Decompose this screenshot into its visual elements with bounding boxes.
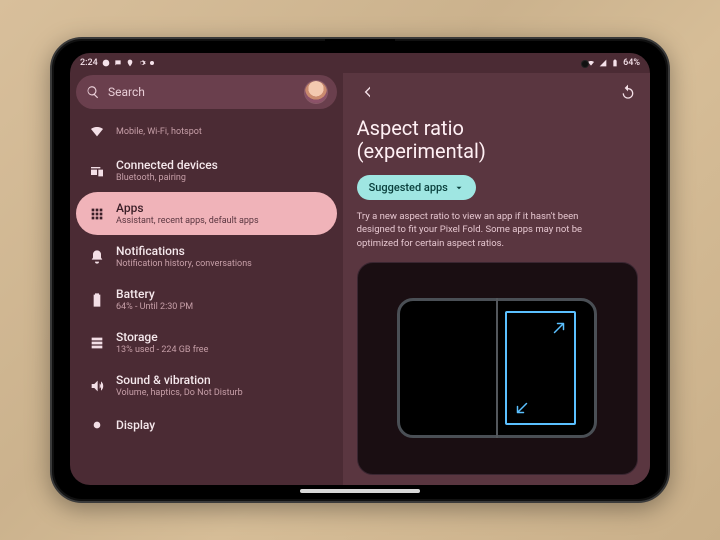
feature-description: Try a new aspect ratio to view an app if…	[357, 210, 617, 250]
reset-button[interactable]	[618, 82, 638, 102]
app-portrait-frame	[505, 311, 576, 425]
do-not-disturb-icon	[102, 59, 110, 67]
camera-dot	[582, 61, 588, 67]
home-indicator[interactable]	[300, 489, 420, 493]
location-icon	[126, 59, 134, 67]
item-title: Notifications	[116, 244, 252, 258]
back-button[interactable]	[357, 81, 379, 103]
volume-icon	[88, 377, 106, 395]
item-subtitle: 13% used ‑ 224 GB free	[116, 345, 208, 355]
sidebar-item-truncated[interactable]: Mobile, Wi‑Fi, hotspot	[76, 113, 337, 149]
status-battery-text: 64%	[623, 58, 640, 68]
aspect-ratio-illustration	[357, 262, 638, 475]
notch	[325, 39, 395, 51]
suggested-apps-chip[interactable]: Suggested apps	[357, 175, 476, 200]
fold-graphic	[397, 298, 597, 438]
device-frame: 2:24 64% Search	[50, 37, 670, 503]
item-subtitle: Assistant, recent apps, default apps	[116, 216, 259, 226]
item-title: Sound & vibration	[116, 373, 243, 387]
bell-icon	[88, 248, 106, 266]
settings-master-pane: Search Mobile, Wi‑Fi, hotspot Connected d…	[70, 73, 343, 485]
search-icon	[86, 85, 100, 99]
item-subtitle: Volume, haptics, Do Not Disturb	[116, 388, 243, 398]
item-subtitle: 64% ‑ Until 2:30 PM	[116, 302, 193, 312]
screen: 2:24 64% Search	[70, 53, 650, 485]
chip-label: Suggested apps	[369, 181, 448, 194]
sidebar-item-notif[interactable]: NotificationsNotification history, conve…	[76, 235, 337, 278]
item-subtitle: Bluetooth, pairing	[116, 173, 218, 183]
gear-icon	[138, 59, 146, 67]
brightness-icon	[88, 416, 106, 434]
battery-icon	[611, 59, 619, 67]
wifi-icon	[88, 122, 106, 140]
settings-detail-pane: Aspect ratio (experimental) Suggested ap…	[343, 73, 650, 485]
sidebar-item-storage[interactable]: Storage13% used ‑ 224 GB free	[76, 321, 337, 364]
message-icon	[114, 59, 122, 67]
sidebar-item-apps[interactable]: AppsAssistant, recent apps, default apps	[76, 192, 337, 235]
status-bar: 2:24 64%	[70, 53, 650, 73]
item-title: Storage	[116, 330, 208, 344]
sidebar-item-sound[interactable]: Sound & vibrationVolume, haptics, Do Not…	[76, 364, 337, 407]
status-time: 2:24	[80, 58, 98, 68]
settings-list[interactable]: Mobile, Wi‑Fi, hotspotConnected devicesB…	[76, 113, 337, 479]
avatar[interactable]	[305, 81, 327, 103]
item-title: Battery	[116, 287, 193, 301]
item-subtitle: Notification history, conversations	[116, 259, 252, 269]
storage-icon	[88, 334, 106, 352]
sidebar-item-battery[interactable]: Battery64% ‑ Until 2:30 PM	[76, 278, 337, 321]
expand-arrow-icon	[550, 319, 568, 337]
settings-two-pane: Search Mobile, Wi‑Fi, hotspot Connected d…	[70, 73, 650, 485]
item-subtitle: Mobile, Wi‑Fi, hotspot	[116, 127, 202, 137]
chevron-down-icon	[454, 183, 464, 193]
signal-icon	[599, 59, 607, 67]
settings-search[interactable]: Search	[76, 75, 337, 109]
wifi-icon	[587, 59, 595, 67]
item-title: Apps	[116, 201, 259, 215]
sidebar-item-display[interactable]: Display	[76, 407, 337, 443]
item-title: Display	[116, 418, 155, 432]
expand-arrow-icon	[513, 399, 531, 417]
page-title: Aspect ratio (experimental)	[357, 117, 638, 163]
sidebar-item-connected[interactable]: Connected devicesBluetooth, pairing	[76, 149, 337, 192]
status-dot-icon	[150, 61, 154, 65]
battery-icon	[88, 291, 106, 309]
grid-icon	[88, 205, 106, 223]
item-title: Connected devices	[116, 158, 218, 172]
search-placeholder: Search	[100, 85, 305, 99]
devices-icon	[88, 162, 106, 180]
